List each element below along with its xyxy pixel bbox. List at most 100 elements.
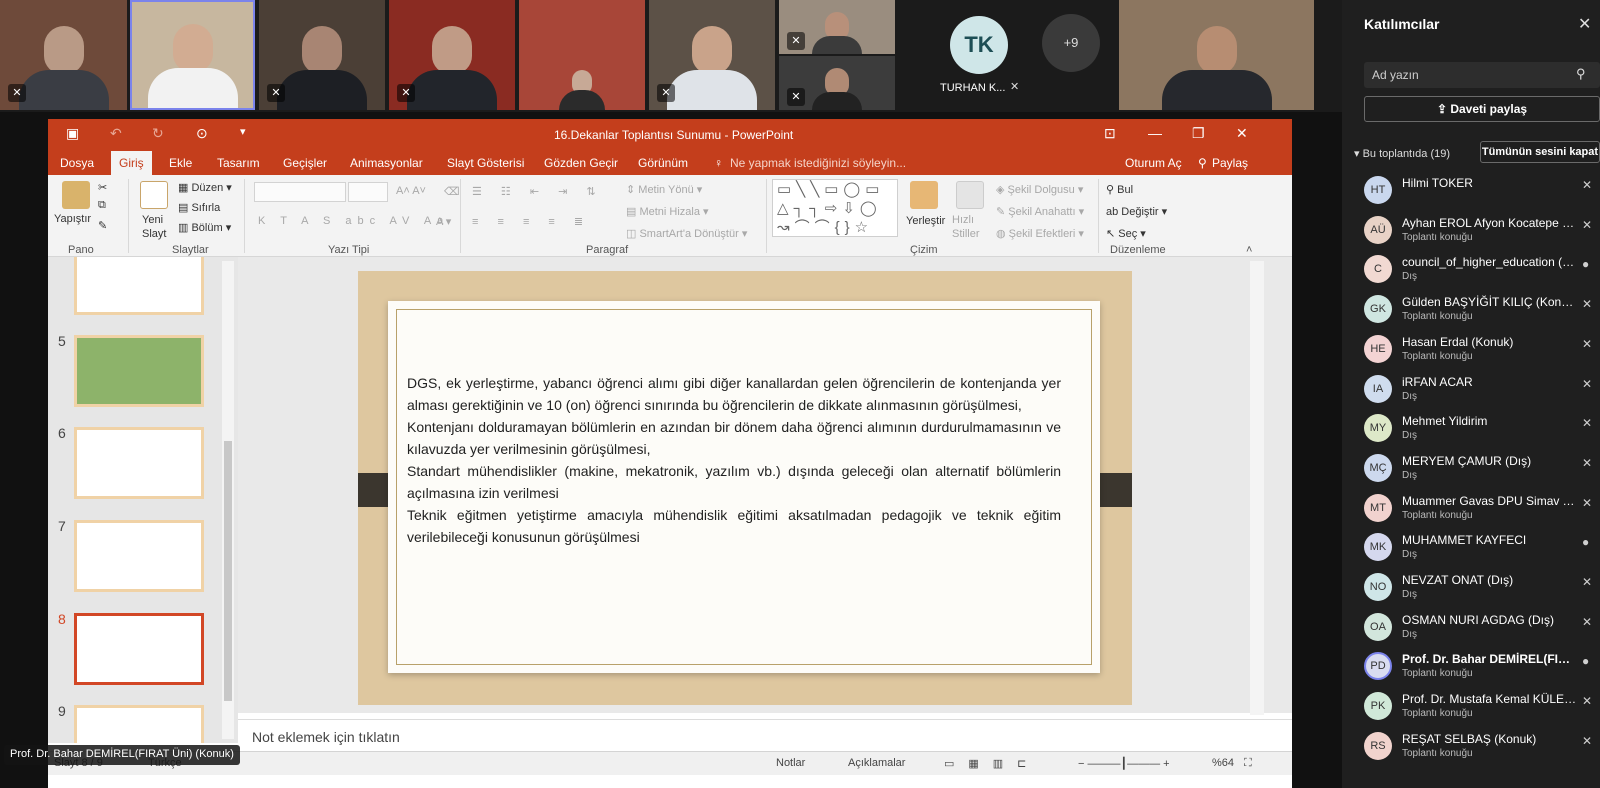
video-tile-active-speaker[interactable] bbox=[130, 0, 255, 110]
mute-all-button[interactable]: Tümünün sesini kapat bbox=[1480, 141, 1600, 163]
tab-gorunum[interactable]: Görünüm bbox=[638, 156, 688, 170]
shape-effects-button[interactable]: ◍ Şekil Efektleri ▾ bbox=[996, 227, 1084, 240]
scrollbar-thumb[interactable] bbox=[224, 441, 232, 701]
select-button[interactable]: ↖ Seç ▾ bbox=[1106, 227, 1146, 240]
slide-thumbnail[interactable] bbox=[74, 257, 204, 315]
participant-row[interactable]: HE Hasan Erdal (Konuk) Toplantı konuğu ✕ bbox=[1342, 331, 1600, 371]
find-button[interactable]: ⚲ Bul bbox=[1106, 183, 1133, 196]
slide-thumbnail[interactable] bbox=[74, 335, 204, 407]
smartart-button[interactable]: ◫ SmartArt'a Dönüştür ▾ bbox=[626, 227, 747, 240]
video-tile[interactable] bbox=[519, 0, 645, 110]
slide-thumbnail-selected[interactable] bbox=[74, 613, 204, 685]
text-direction-button[interactable]: ⇕ Metin Yönü ▾ bbox=[626, 183, 702, 196]
arrange-icon[interactable] bbox=[910, 181, 938, 209]
align-icons[interactable]: ≡ ≡ ≡ ≡ ≣ bbox=[472, 215, 591, 228]
font-style-icons[interactable]: K T A S abc AV Aa bbox=[258, 215, 449, 227]
more-participants-button[interactable]: +9 bbox=[1042, 14, 1100, 72]
arrange-button[interactable]: Yerleştir bbox=[906, 215, 945, 227]
tab-tasarim[interactable]: Tasarım bbox=[217, 156, 260, 170]
restore-icon[interactable]: ❐ bbox=[1192, 125, 1205, 142]
mic-icon[interactable]: ● bbox=[1582, 257, 1589, 271]
slide-thumbnail[interactable] bbox=[74, 520, 204, 592]
mic-off-icon[interactable]: ✕ bbox=[1582, 615, 1592, 629]
section-button[interactable]: ▥ Bölüm ▾ bbox=[178, 221, 231, 234]
video-tile[interactable]: ✕ bbox=[259, 0, 385, 110]
zoom-slider[interactable]: − ———┃——— + bbox=[1078, 757, 1170, 770]
mic-off-icon[interactable]: ✕ bbox=[1582, 337, 1592, 351]
fit-slide-icon[interactable]: ⛶ bbox=[1244, 757, 1252, 770]
search-input[interactable] bbox=[1372, 66, 1562, 84]
ribbon-display-icon[interactable]: ⊡ bbox=[1104, 125, 1116, 142]
mic-off-icon[interactable]: ✕ bbox=[1582, 575, 1592, 589]
quick-styles-button[interactable]: Hızlı Stiller bbox=[952, 213, 980, 241]
video-tile[interactable]: ✕ bbox=[0, 0, 127, 110]
replace-button[interactable]: ab Değiştir ▾ bbox=[1106, 205, 1167, 218]
tab-ekle[interactable]: Ekle bbox=[169, 156, 192, 170]
zoom-level[interactable]: %64 bbox=[1212, 757, 1234, 769]
font-size-box[interactable] bbox=[348, 182, 388, 202]
participant-row[interactable]: Ccouncil_of_higher_education (Dış) Dış ● bbox=[1342, 251, 1600, 291]
redo-icon[interactable]: ↻ bbox=[152, 125, 164, 142]
grow-font-icon[interactable]: A˄ A˅ bbox=[396, 185, 426, 197]
slide-thumbnail[interactable] bbox=[74, 427, 204, 499]
search-box[interactable]: ⚲ bbox=[1364, 62, 1600, 88]
share-invite-button[interactable]: ⇪ Daveti paylaş bbox=[1364, 96, 1600, 122]
participant-row[interactable]: MK MUHAMMET KAYFECI Dış ● bbox=[1342, 529, 1600, 569]
tab-gozden-gecir[interactable]: Gözden Geçir bbox=[544, 156, 618, 170]
quick-styles-icon[interactable] bbox=[956, 181, 984, 209]
mic-off-icon[interactable]: ✕ bbox=[1582, 694, 1592, 708]
participant-row[interactable]: PK Prof. Dr. Mustafa Kemal KÜLEKC... Topla… bbox=[1342, 688, 1600, 728]
align-text-button[interactable]: ▤ Metni Hizala ▾ bbox=[626, 205, 709, 218]
shape-outline-button[interactable]: ✎ Şekil Anahattı ▾ bbox=[996, 205, 1084, 218]
mic-off-icon[interactable]: ✕ bbox=[1582, 178, 1592, 192]
tab-giris[interactable]: Giriş bbox=[111, 151, 152, 175]
tab-gecisler[interactable]: Geçişler bbox=[283, 156, 327, 170]
present-icon[interactable]: ⊙ bbox=[196, 125, 208, 142]
font-name-box[interactable] bbox=[254, 182, 346, 202]
view-icons[interactable]: ▭▦▥⊏ bbox=[944, 757, 1040, 770]
video-tile[interactable] bbox=[1119, 0, 1314, 110]
video-tile[interactable]: ✕ bbox=[649, 0, 775, 110]
video-tile[interactable]: ✕ bbox=[389, 0, 515, 110]
slide-thumbnail[interactable] bbox=[74, 705, 204, 743]
tell-me-box[interactable]: Ne yapmak istediğinizi söyleyin... bbox=[730, 156, 906, 170]
participant-row[interactable]: PD Prof. Dr. Bahar DEMİREL(FIRAT ... Topla… bbox=[1342, 648, 1600, 688]
participant-row[interactable]: MT Muammer Gavas DPU Simav T.F.... Toplant… bbox=[1342, 490, 1600, 530]
participant-row[interactable]: NO NEVZAT ONAT (Dış) Dış ✕ bbox=[1342, 569, 1600, 609]
search-icon[interactable]: ⚲ bbox=[1576, 66, 1586, 82]
mic-off-icon[interactable]: ✕ bbox=[1582, 416, 1592, 430]
video-tile[interactable]: ✕ bbox=[779, 0, 895, 54]
paste-label[interactable]: Yapıştır bbox=[54, 213, 91, 225]
video-tile[interactable]: ✕ bbox=[779, 56, 895, 110]
mic-off-icon[interactable]: ✕ bbox=[1582, 734, 1592, 748]
paste-icon[interactable] bbox=[62, 181, 90, 209]
participant-row[interactable]: IA iRFAN ACAR Dış ✕ bbox=[1342, 371, 1600, 411]
shape-fill-button[interactable]: ◈ Şekil Dolgusu ▾ bbox=[996, 183, 1083, 196]
slide-body-text[interactable]: DGS, ek yerleştirme, yabancı öğrenci alı… bbox=[407, 372, 1061, 548]
undo-icon[interactable]: ↶ bbox=[110, 125, 122, 142]
layout-button[interactable]: ▦ Düzen ▾ bbox=[178, 181, 232, 194]
tab-slayt-gosterisi[interactable]: Slayt Gösterisi bbox=[447, 156, 524, 170]
mic-off-icon[interactable]: ✕ bbox=[1582, 456, 1592, 470]
mic-off-icon[interactable]: ✕ bbox=[1582, 377, 1592, 391]
mic-off-icon[interactable]: ✕ bbox=[1582, 218, 1592, 232]
notes-pane[interactable]: Not eklemek için tıklatın bbox=[238, 719, 1292, 751]
save-icon[interactable]: ▣ bbox=[66, 125, 79, 142]
new-slide-button[interactable]: Yeni Slayt bbox=[142, 213, 166, 241]
participant-row[interactable]: MY Mehmet Yildirim Dış ✕ bbox=[1342, 410, 1600, 450]
collapse-ribbon-icon[interactable]: ˄ bbox=[1246, 244, 1252, 256]
clear-format-icon[interactable]: ⌫ bbox=[444, 185, 460, 198]
slide-scrollbar[interactable] bbox=[1250, 261, 1264, 715]
mic-icon[interactable]: ● bbox=[1582, 535, 1589, 549]
minimize-icon[interactable]: — bbox=[1148, 125, 1162, 141]
mic-off-icon[interactable]: ✕ bbox=[1582, 496, 1592, 510]
copy-icon[interactable]: ⧉ bbox=[98, 199, 106, 212]
close-icon[interactable]: ✕ bbox=[1578, 14, 1591, 34]
slide-canvas[interactable]: DGS, ek yerleştirme, yabancı öğrenci alı… bbox=[358, 271, 1132, 705]
customize-toolbar-icon[interactable]: ▾ bbox=[240, 125, 246, 138]
participant-row[interactable]: GK Gülden BAŞYİĞİT KILIÇ (Konuk) Toplantı … bbox=[1342, 291, 1600, 331]
shapes-gallery[interactable]: ▭╲╲▭◯▭ △┐┐⇨⇩◯ ↝⌒⌒{}☆ bbox=[772, 179, 898, 237]
thumbnails-scrollbar[interactable] bbox=[222, 261, 234, 739]
cut-icon[interactable]: ✂ bbox=[98, 181, 107, 194]
format-painter-icon[interactable]: ✎ bbox=[98, 219, 107, 232]
